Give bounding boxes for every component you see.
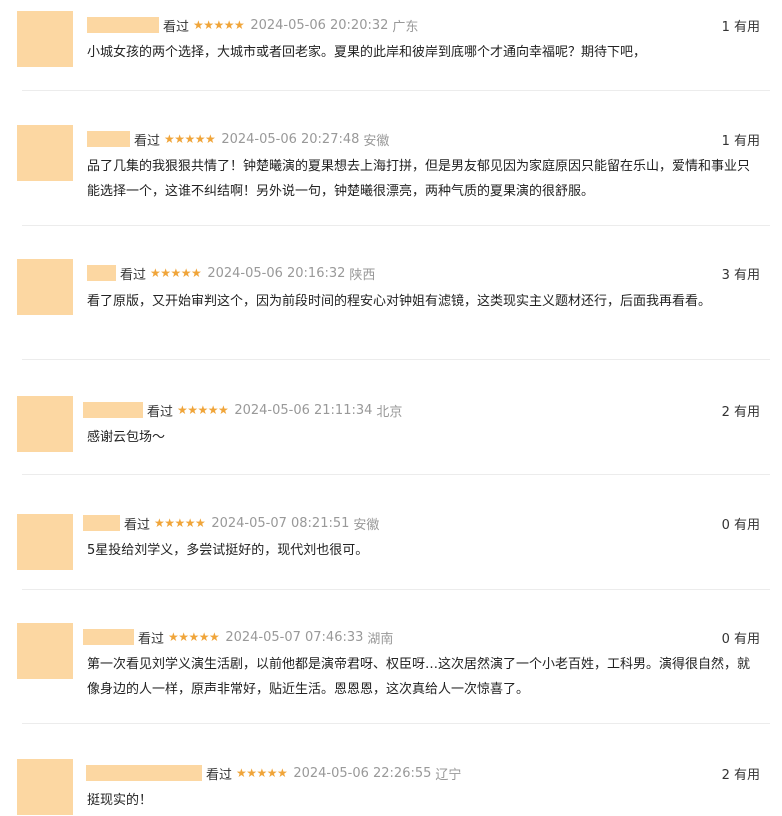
username-redacted[interactable] — [83, 629, 134, 645]
username-redacted[interactable] — [87, 265, 116, 281]
comment-location: 陕西 — [349, 267, 376, 283]
comment-time: 2024-05-06 22:26:55 — [293, 765, 432, 781]
star-rating: ★★★★★ — [150, 266, 202, 280]
avatar[interactable] — [17, 514, 73, 570]
comment-content: 5星投给刘学义，多尝试挺好的，现代刘也很可。 — [87, 543, 369, 558]
comment-content: 小城女孩的两个选择，大城市或者回老家。夏果的此岸和彼岸到底哪个才通向幸福呢？期待… — [87, 45, 647, 60]
avatar[interactable] — [17, 11, 73, 67]
comment-meta: 看过 ★★★★★ 2024-05-06 22:26:55 辽宁 — [86, 762, 461, 784]
comment-time: 2024-05-06 20:20:32 — [250, 17, 389, 33]
divider — [22, 589, 770, 590]
watch-status: 看过 — [147, 404, 174, 420]
comment-time: 2024-05-07 07:46:33 — [225, 629, 364, 645]
username-redacted[interactable] — [87, 17, 159, 33]
comment-content: 品了几集的我狠狠共情了！钟楚曦演的夏果想去上海打拼，但是男友郁见因为家庭原因只能… — [87, 159, 751, 199]
comment-meta: 看过 ★★★★★ 2024-05-06 20:16:32 陕西 — [87, 262, 375, 284]
comment-meta: 看过 ★★★★★ 2024-05-06 20:27:48 安徽 — [87, 128, 389, 150]
comment-location: 安徽 — [363, 133, 390, 149]
comment-meta: 看过 ★★★★★ 2024-05-06 20:20:32 广东 — [87, 14, 418, 36]
watch-status: 看过 — [120, 267, 147, 283]
star-rating: ★★★★★ — [164, 132, 216, 146]
divider — [22, 474, 770, 475]
comment-meta: 看过 ★★★★★ 2024-05-07 07:46:33 湖南 — [83, 626, 393, 648]
star-rating: ★★★★★ — [193, 18, 245, 32]
comment-content: 看了原版，又开始审判这个，因为前段时间的程安心对钟姐有滤镜，这类现实主义题材还行… — [87, 294, 712, 309]
comment-content: 感谢云包场～ — [87, 430, 166, 445]
comment-meta: 看过 ★★★★★ 2024-05-07 08:21:51 安徽 — [83, 512, 379, 534]
comment-time: 2024-05-07 08:21:51 — [211, 515, 350, 531]
divider — [22, 225, 770, 226]
star-rating: ★★★★★ — [168, 630, 220, 644]
useful-vote-button[interactable]: 3 有用 — [722, 262, 760, 284]
comment-location: 湖南 — [367, 631, 394, 647]
star-rating: ★★★★★ — [236, 766, 288, 780]
comment-location: 北京 — [376, 404, 403, 420]
comment-time: 2024-05-06 20:16:32 — [207, 265, 346, 281]
star-rating: ★★★★★ — [177, 403, 229, 417]
watch-status: 看过 — [138, 631, 165, 647]
comment-content: 第一次看见刘学义演生活剧，以前他都是演帝君呀、权臣呀…这次居然演了一个小老百姓，… — [87, 657, 751, 697]
username-redacted[interactable] — [83, 402, 143, 418]
username-redacted[interactable] — [87, 131, 130, 147]
avatar[interactable] — [17, 759, 73, 815]
watch-status: 看过 — [124, 517, 151, 533]
comment-meta: 看过 ★★★★★ 2024-05-06 21:11:34 北京 — [83, 399, 402, 421]
watch-status: 看过 — [206, 767, 233, 783]
avatar[interactable] — [17, 396, 73, 452]
watch-status: 看过 — [134, 133, 161, 149]
useful-vote-button[interactable]: 0 有用 — [722, 626, 760, 648]
useful-vote-button[interactable]: 0 有用 — [722, 512, 760, 534]
comment-content: 挺现实的！ — [87, 793, 153, 808]
avatar[interactable] — [17, 125, 73, 181]
comment-location: 广东 — [392, 19, 419, 35]
star-rating: ★★★★★ — [154, 516, 206, 530]
comment-location: 安徽 — [353, 517, 380, 533]
comment-time: 2024-05-06 20:27:48 — [221, 131, 360, 147]
useful-vote-button[interactable]: 1 有用 — [722, 14, 760, 36]
username-redacted[interactable] — [86, 765, 202, 781]
avatar[interactable] — [17, 623, 73, 679]
divider — [22, 90, 770, 91]
avatar[interactable] — [17, 259, 73, 315]
useful-vote-button[interactable]: 2 有用 — [722, 762, 760, 784]
comment-location: 辽宁 — [435, 767, 462, 783]
divider — [22, 723, 770, 724]
comment-time: 2024-05-06 21:11:34 — [234, 402, 373, 418]
divider — [22, 359, 770, 360]
watch-status: 看过 — [163, 19, 190, 35]
useful-vote-button[interactable]: 2 有用 — [722, 399, 760, 421]
username-redacted[interactable] — [83, 515, 120, 531]
useful-vote-button[interactable]: 1 有用 — [722, 128, 760, 150]
